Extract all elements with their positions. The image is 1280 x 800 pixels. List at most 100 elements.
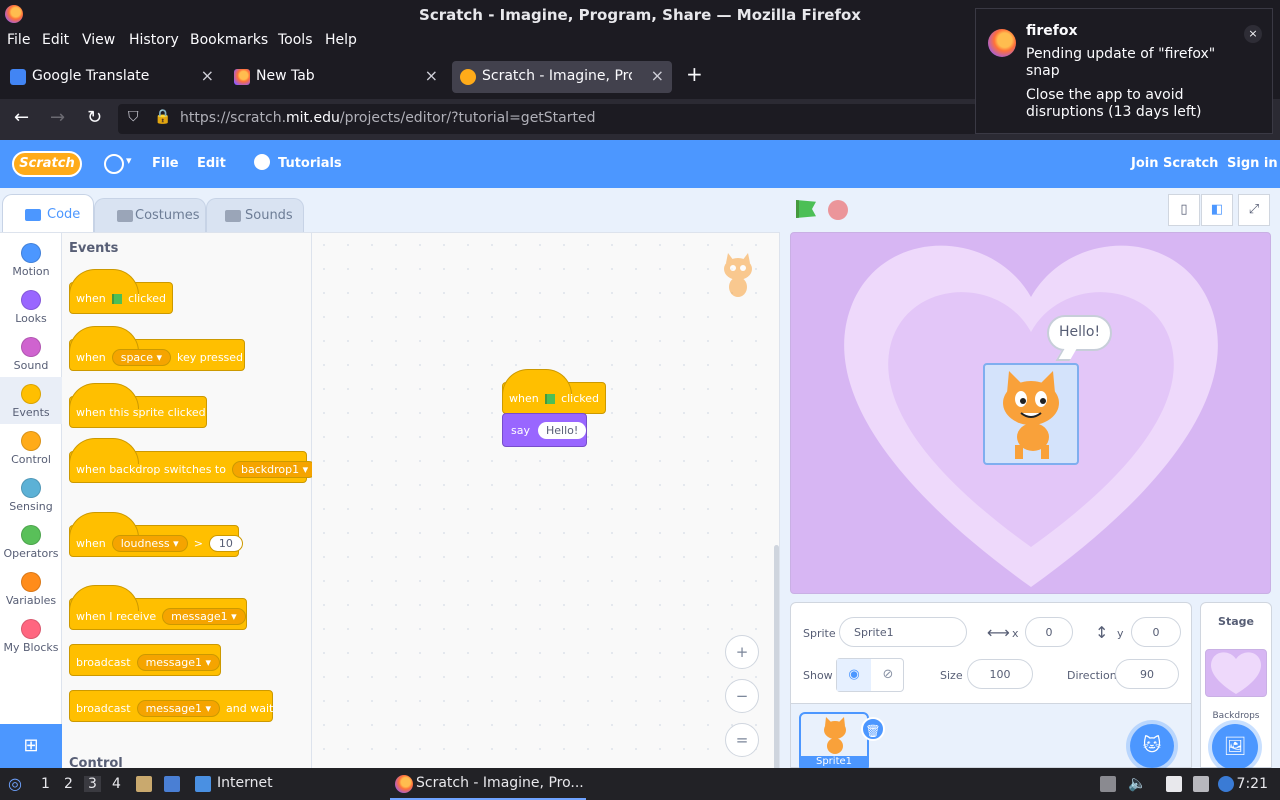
category-variables[interactable]: Variables — [0, 565, 62, 612]
back-button[interactable]: ← — [14, 107, 29, 128]
forward-button[interactable]: → — [50, 107, 65, 128]
close-tab-icon[interactable]: × — [651, 66, 664, 85]
category-motion[interactable]: Motion — [0, 236, 62, 283]
join-scratch-link[interactable]: Join Scratch — [1131, 156, 1218, 171]
close-notification-button[interactable]: × — [1244, 25, 1262, 43]
sprite-name-input[interactable]: Sprite1 — [839, 617, 967, 647]
sprite-thumbnail[interactable]: Sprite1 🗑 — [799, 712, 885, 768]
workspace-3[interactable]: 3 — [84, 776, 101, 792]
tab-google-translate[interactable]: Google Translate × — [2, 61, 222, 93]
close-tab-icon[interactable]: × — [201, 66, 214, 85]
message-dropdown[interactable]: message1 — [136, 700, 221, 717]
tab-sounds[interactable]: Sounds — [206, 198, 304, 232]
zoom-in-button[interactable]: + — [725, 635, 759, 669]
block-broadcast[interactable]: broadcast message1 — [69, 644, 221, 676]
sprite-cat[interactable] — [983, 363, 1079, 465]
notification-alert-icon[interactable] — [1218, 776, 1234, 792]
workspace-1[interactable]: 1 — [41, 776, 50, 792]
close-tab-icon[interactable]: × — [425, 66, 438, 85]
category-sound[interactable]: Sound — [0, 330, 62, 377]
key-dropdown[interactable]: space — [111, 349, 172, 366]
scratch-file-menu[interactable]: File — [152, 156, 179, 171]
delete-sprite-icon[interactable]: 🗑 — [861, 717, 885, 741]
network-icon[interactable] — [1193, 776, 1209, 792]
update-notification[interactable]: firefox Pending update of "firefox" snap… — [975, 8, 1273, 134]
workspace-2[interactable]: 2 — [64, 776, 73, 792]
sensor-dropdown[interactable]: loudness — [111, 535, 188, 552]
taskbar-firefox-window[interactable]: Scratch - Imagine, Pro... — [390, 768, 586, 800]
terminal-icon[interactable] — [164, 776, 180, 792]
category-operators[interactable]: Operators — [0, 518, 62, 565]
stage-thumbnail[interactable] — [1205, 649, 1267, 697]
stage-canvas[interactable]: Hello! — [790, 232, 1271, 594]
size-input[interactable]: 100 — [967, 659, 1033, 689]
file-manager-icon[interactable] — [136, 776, 152, 792]
category-my-blocks[interactable]: My Blocks — [0, 612, 62, 659]
x-position-input[interactable]: 0 — [1025, 617, 1073, 647]
tab-code[interactable]: Code — [2, 194, 94, 234]
menu-view[interactable]: View — [82, 32, 115, 48]
green-flag-button[interactable] — [796, 200, 816, 218]
add-sprite-button[interactable]: 🐱 — [1130, 724, 1174, 768]
scratch-edit-menu[interactable]: Edit — [197, 156, 226, 171]
show-eye-button[interactable]: ◉ — [837, 659, 871, 691]
tab-scratch[interactable]: Scratch - Imagine, Progra × — [452, 61, 672, 93]
tab-costumes[interactable]: Costumes — [94, 198, 206, 232]
message-dropdown[interactable]: message1 — [162, 608, 246, 625]
small-stage-button[interactable]: ▯ — [1168, 194, 1200, 226]
volume-icon[interactable]: 🔈 — [1128, 774, 1147, 792]
threshold-input[interactable]: 10 — [208, 535, 243, 552]
menu-history[interactable]: History — [129, 32, 179, 48]
folder-icon[interactable] — [195, 776, 211, 792]
shield-icon[interactable]: ⛉ — [128, 109, 139, 125]
chevron-down-icon[interactable]: ▾ — [126, 154, 132, 167]
add-backdrop-button[interactable]: 🖼 — [1212, 724, 1258, 768]
zoom-reset-button[interactable]: = — [725, 723, 759, 757]
menu-help[interactable]: Help — [325, 32, 357, 48]
block-broadcast-and-wait[interactable]: broadcast message1 and wait — [69, 690, 273, 722]
tutorials-button[interactable]: Tutorials — [278, 156, 342, 171]
script-when-flag-clicked[interactable]: when clicked — [502, 369, 606, 414]
backdrop-dropdown[interactable]: backdrop1 — [231, 461, 318, 478]
category-sensing[interactable]: Sensing — [0, 471, 62, 518]
taskbar-internet-folder[interactable]: Internet — [217, 775, 273, 791]
hide-eye-button[interactable]: ⊘ — [871, 659, 905, 691]
menu-bookmarks[interactable]: Bookmarks — [190, 32, 268, 48]
tab-new-tab[interactable]: New Tab × — [226, 61, 446, 93]
say-text-input[interactable]: Hello! — [537, 422, 587, 439]
clipboard-icon[interactable] — [1166, 776, 1182, 792]
script-say-block[interactable]: say Hello! — [502, 413, 587, 447]
workspace-4[interactable]: 4 — [112, 776, 121, 792]
url-bar[interactable]: ⛉ 🔒 https://scratch.mit.edu/projects/edi… — [118, 104, 978, 134]
category-looks[interactable]: Looks — [0, 283, 62, 330]
fullscreen-button[interactable]: ⤢ — [1238, 194, 1270, 226]
block-when-i-receive[interactable]: when I receive message1 — [69, 585, 247, 630]
normal-stage-button[interactable]: ◧ — [1201, 194, 1233, 226]
sign-in-link[interactable]: Sign in — [1227, 156, 1278, 171]
block-when-flag-clicked[interactable]: when clicked — [69, 269, 173, 314]
zoom-out-button[interactable]: − — [725, 679, 759, 713]
code-workspace[interactable]: when clicked say Hello! + − = — [312, 232, 780, 768]
lock-icon[interactable]: 🔒 — [154, 109, 171, 125]
new-tab-button[interactable]: + — [686, 62, 703, 86]
tray-updates-icon[interactable] — [1100, 776, 1116, 792]
scratch-logo[interactable]: Scratch — [12, 151, 82, 177]
block-when-loudness[interactable]: when loudness >10 — [69, 512, 243, 557]
workspace-scrollbar[interactable] — [774, 545, 779, 768]
message-dropdown[interactable]: message1 — [136, 654, 221, 671]
menu-edit[interactable]: Edit — [42, 32, 69, 48]
block-when-backdrop-switches[interactable]: when backdrop switches to backdrop1 — [69, 438, 318, 483]
menu-tools[interactable]: Tools — [278, 32, 313, 48]
y-position-input[interactable]: 0 — [1131, 617, 1181, 647]
menu-file[interactable]: File — [7, 32, 30, 48]
language-globe-icon[interactable] — [104, 154, 124, 174]
stop-button[interactable] — [828, 200, 848, 220]
category-control[interactable]: Control — [0, 424, 62, 471]
block-when-key-pressed[interactable]: when space key pressed — [69, 326, 245, 371]
block-when-sprite-clicked[interactable]: when this sprite clicked — [69, 383, 207, 428]
add-extension-button[interactable]: ⊞ — [0, 724, 62, 768]
category-events[interactable]: Events — [0, 377, 62, 424]
direction-input[interactable]: 90 — [1115, 659, 1179, 689]
reload-button[interactable]: ↻ — [87, 107, 102, 128]
start-menu-icon[interactable]: ◎ — [8, 774, 22, 793]
